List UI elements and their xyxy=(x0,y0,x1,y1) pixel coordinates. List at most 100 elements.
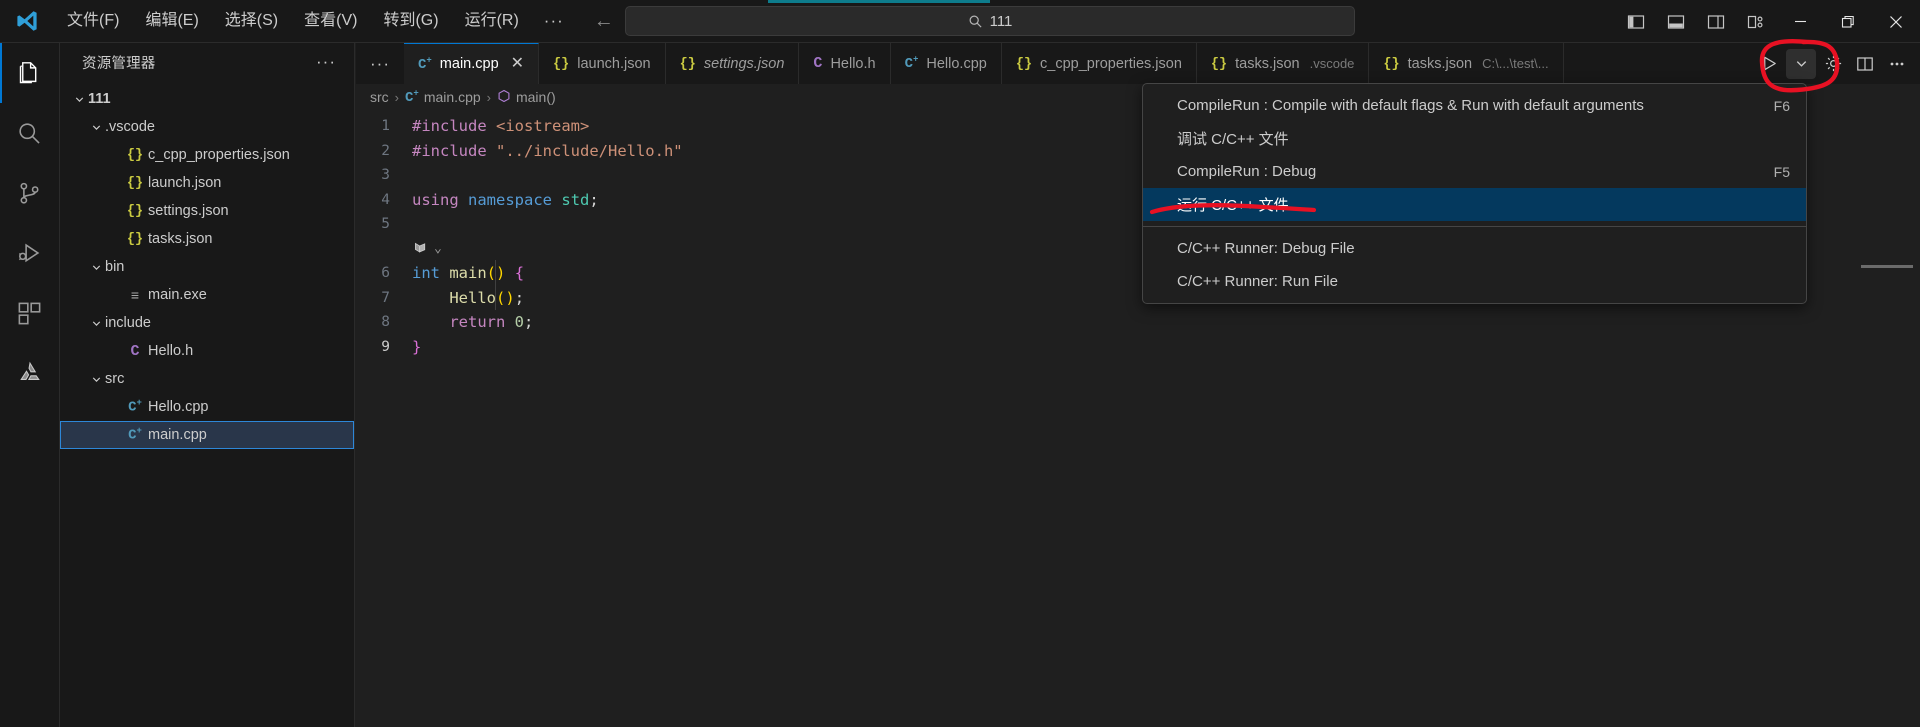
breadcrumb-item-src[interactable]: src xyxy=(370,89,389,105)
dropdown-item-label: 调试 C/C++ 文件 xyxy=(1177,131,1289,148)
run-codelens-icon[interactable]: ⌄ xyxy=(412,237,442,262)
dropdown-item-2[interactable]: CompileRun : Debug F5 xyxy=(1143,155,1806,188)
exe-file-icon: ≡ xyxy=(130,287,140,303)
breadcrumb-item-main-cpp[interactable]: C+ main.cpp xyxy=(405,88,481,106)
run-dropdown-chevron-icon[interactable] xyxy=(1786,48,1816,79)
close-icon[interactable]: ✕ xyxy=(511,56,524,72)
dropdown-item-0[interactable]: CompileRun : Compile with default flags … xyxy=(1143,89,1806,122)
code-token: #include xyxy=(412,117,496,135)
json-file-icon: {} xyxy=(1383,57,1400,72)
menu-run[interactable]: 运行(R) xyxy=(452,7,532,35)
editor-tab-settings-json[interactable]: {} settings.json xyxy=(665,43,800,84)
code-token: { xyxy=(514,264,525,282)
go-back-icon[interactable]: ← xyxy=(592,10,616,33)
chevron-down-icon[interactable] xyxy=(87,121,105,134)
toggle-primary-sidebar-icon[interactable] xyxy=(1616,0,1656,43)
menu-edit[interactable]: 编辑(E) xyxy=(132,7,211,35)
activity-bar-item-custom-extension[interactable] xyxy=(0,343,60,403)
editor-tab-main-cpp[interactable]: C+ main.cpp ✕ xyxy=(403,43,540,85)
menu-overflow-button[interactable]: ··· xyxy=(532,9,576,33)
command-center[interactable]: 111 xyxy=(625,6,1355,36)
menu-file[interactable]: 文件(F) xyxy=(54,7,132,35)
maximize-button[interactable] xyxy=(1824,0,1872,43)
tree-item-hello-h[interactable]: C Hello.h xyxy=(60,337,354,365)
dropdown-item-1[interactable]: 调试 C/C++ 文件 xyxy=(1143,122,1806,155)
minimize-button[interactable] xyxy=(1776,0,1824,43)
tree-item-settings-json[interactable]: {} settings.json xyxy=(60,197,354,225)
editor-tab-label: c_cpp_properties.json xyxy=(1040,55,1182,72)
tree-item-label: Hello.cpp xyxy=(148,399,209,415)
tree-item-label: c_cpp_properties.json xyxy=(148,147,290,163)
tree-item-hello-cpp[interactable]: C+ Hello.cpp xyxy=(60,393,354,421)
settings-gear-icon[interactable] xyxy=(1818,49,1848,79)
chevron-down-icon[interactable] xyxy=(70,93,88,106)
toggle-secondary-sidebar-icon[interactable] xyxy=(1696,0,1736,43)
dropdown-item-shortcut: F6 xyxy=(1773,97,1790,114)
activity-bar-item-extensions[interactable] xyxy=(0,283,60,343)
activity-bar-item-source-control[interactable] xyxy=(0,163,60,223)
close-button[interactable] xyxy=(1872,0,1920,43)
cpp-file-icon: C+ xyxy=(405,88,419,106)
activity-bar-item-search[interactable] xyxy=(0,103,60,163)
json-file-icon: {} xyxy=(679,57,696,72)
tree-item--vscode[interactable]: .vscode xyxy=(60,113,354,141)
activity-bar-item-explorer[interactable] xyxy=(0,43,60,103)
line-number: 2 xyxy=(381,142,390,159)
editor-tab-hello-cpp[interactable]: C+ Hello.cpp xyxy=(890,43,1002,84)
chevron-down-icon[interactable] xyxy=(87,373,105,386)
breadcrumb-item-main-[interactable]: main() xyxy=(497,89,556,106)
editor-tab-tasks-json-7[interactable]: {} tasks.json C:\...\test\... xyxy=(1369,43,1564,84)
menu-select[interactable]: 选择(S) xyxy=(212,7,291,35)
tree-item-label: launch.json xyxy=(148,175,222,191)
sidebar-more-actions-button[interactable]: ··· xyxy=(316,52,336,72)
code-token: Hello xyxy=(449,288,496,307)
tabs-overflow-button[interactable]: ··· xyxy=(356,43,404,84)
editor-tab-launch-json[interactable]: {} launch.json xyxy=(539,43,666,84)
editor-more-actions-icon[interactable] xyxy=(1882,49,1912,79)
run-button[interactable] xyxy=(1754,49,1784,79)
editor-tab-tasks-json-6[interactable]: {} tasks.json .vscode xyxy=(1196,43,1370,84)
title-bar: 文件(F) 编辑(E) 选择(S) 查看(V) 转到(G) 运行(R) ··· … xyxy=(0,0,1920,43)
line-number: 5 xyxy=(381,216,390,232)
header-file-icon: C xyxy=(130,342,140,360)
editor-tab-path: C:\...\test\... xyxy=(1482,56,1549,71)
editor-scrollbar-tick[interactable] xyxy=(1861,265,1913,268)
tree-item-label: include xyxy=(105,315,151,331)
customize-layout-icon[interactable] xyxy=(1736,0,1776,43)
menu-view[interactable]: 查看(V) xyxy=(291,7,370,35)
tree-item-include[interactable]: include xyxy=(60,309,354,337)
cpp-file-icon: C+ xyxy=(128,398,142,416)
tree-item-111[interactable]: 111 xyxy=(60,85,354,113)
dropdown-item-label: CompileRun : Compile with default flags … xyxy=(1177,97,1644,114)
tree-item-label: main.exe xyxy=(148,287,207,303)
tree-item-src[interactable]: src xyxy=(60,365,354,393)
tree-item-bin[interactable]: bin xyxy=(60,253,354,281)
tree-item-main-cpp[interactable]: C+ main.cpp xyxy=(60,421,354,449)
tree-item-label: tasks.json xyxy=(148,231,213,247)
tree-item-launch-json[interactable]: {} launch.json xyxy=(60,169,354,197)
tree-item-label: bin xyxy=(105,259,125,275)
menu-goto[interactable]: 转到(G) xyxy=(370,7,451,35)
tree-item-c-cpp-properties-json[interactable]: {} c_cpp_properties.json xyxy=(60,141,354,169)
dropdown-item-5[interactable]: C/C++ Runner: Run File xyxy=(1143,265,1806,298)
editor-tab-c-cpp-properties-json[interactable]: {} c_cpp_properties.json xyxy=(1001,43,1197,84)
chevron-down-icon[interactable] xyxy=(87,261,105,274)
editor-tab-path: .vscode xyxy=(1309,56,1355,71)
chevron-down-icon[interactable]: ⌄ xyxy=(434,237,442,262)
code-text: return 0; xyxy=(412,310,533,335)
split-editor-icon[interactable] xyxy=(1850,49,1880,79)
tree-item-main-exe[interactable]: ≡ main.exe xyxy=(60,281,354,309)
tree-item-label: Hello.h xyxy=(148,343,194,359)
dropdown-item-4[interactable]: C/C++ Runner: Debug File xyxy=(1143,232,1806,265)
code-token: ; xyxy=(589,190,599,209)
toggle-panel-icon[interactable] xyxy=(1656,0,1696,43)
activity-bar-item-run-and-debug[interactable] xyxy=(0,223,60,283)
tree-item-label: settings.json xyxy=(148,203,229,219)
chevron-down-icon[interactable] xyxy=(87,317,105,330)
editor-tab-label: Hello.cpp xyxy=(926,55,987,72)
dropdown-item-3[interactable]: 运行 C/C++ 文件 xyxy=(1143,188,1806,221)
editor-tab-hello-h[interactable]: C Hello.h xyxy=(799,43,891,84)
tree-item-tasks-json[interactable]: {} tasks.json xyxy=(60,225,354,253)
